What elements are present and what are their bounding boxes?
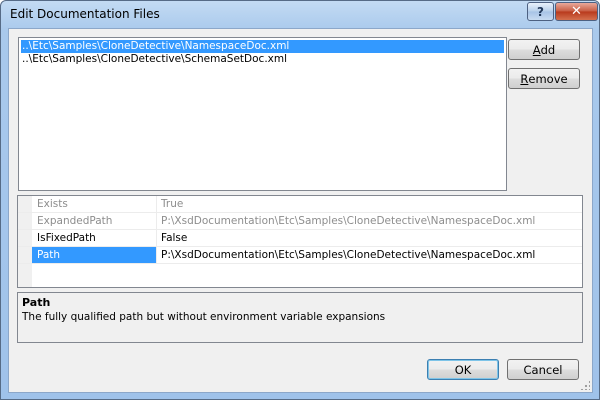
- description-title: Path: [22, 296, 51, 309]
- property-name: ExpandedPath: [32, 213, 157, 229]
- description-text: The fully qualified path but without env…: [22, 311, 386, 323]
- documentation-file-list[interactable]: ..\Etc\Samples\CloneDetective\NamespaceD…: [18, 37, 507, 191]
- property-description-pane: Path The fully qualified path but withou…: [17, 292, 583, 343]
- property-row-margin: [18, 230, 32, 246]
- property-row-exists[interactable]: Exists True: [18, 196, 582, 213]
- add-button[interactable]: Add: [508, 39, 580, 60]
- property-row-margin: [18, 247, 32, 263]
- resize-grip-icon[interactable]: [580, 380, 590, 390]
- property-value[interactable]: True: [158, 196, 578, 212]
- add-button-accelerator: A: [532, 42, 541, 57]
- cancel-button[interactable]: Cancel: [507, 359, 579, 380]
- dialog-window: Edit Documentation Files ? ✕ ..\Etc\Samp…: [0, 0, 600, 400]
- ok-button[interactable]: OK: [427, 359, 499, 380]
- property-row-isfixedpath[interactable]: IsFixedPath False: [18, 230, 582, 247]
- remove-button-label: emove: [528, 71, 568, 86]
- window-title: Edit Documentation Files: [10, 7, 160, 21]
- remove-button[interactable]: Remove: [508, 68, 580, 89]
- property-value[interactable]: P:\XsdDocumentation\Etc\Samples\CloneDet…: [158, 213, 578, 229]
- close-icon: ✕: [571, 4, 582, 19]
- property-name: Exists: [32, 196, 157, 212]
- property-row-expandedpath[interactable]: ExpandedPath P:\XsdDocumentation\Etc\Sam…: [18, 213, 582, 230]
- property-row-path[interactable]: Path P:\XsdDocumentation\Etc\Samples\Clo…: [18, 247, 582, 264]
- file-list-item[interactable]: ..\Etc\Samples\CloneDetective\NamespaceD…: [21, 40, 504, 53]
- property-row-margin: [18, 196, 32, 212]
- property-grid[interactable]: Exists True ExpandedPath P:\XsdDocumenta…: [17, 195, 583, 288]
- help-button[interactable]: ?: [527, 2, 554, 21]
- property-grid-empty-margin: [18, 264, 32, 287]
- close-button[interactable]: ✕: [555, 2, 598, 21]
- property-name: IsFixedPath: [32, 230, 157, 246]
- dialog-client-area: ..\Etc\Samples\CloneDetective\NamespaceD…: [8, 28, 593, 393]
- file-list-item[interactable]: ..\Etc\Samples\CloneDetective\SchemaSetD…: [21, 53, 504, 66]
- property-name: Path: [32, 247, 157, 263]
- property-value[interactable]: P:\XsdDocumentation\Etc\Samples\CloneDet…: [158, 247, 578, 263]
- remove-button-accelerator: R: [520, 71, 529, 86]
- add-button-label: dd: [540, 42, 556, 57]
- property-value[interactable]: False: [158, 230, 578, 246]
- property-row-margin: [18, 213, 32, 229]
